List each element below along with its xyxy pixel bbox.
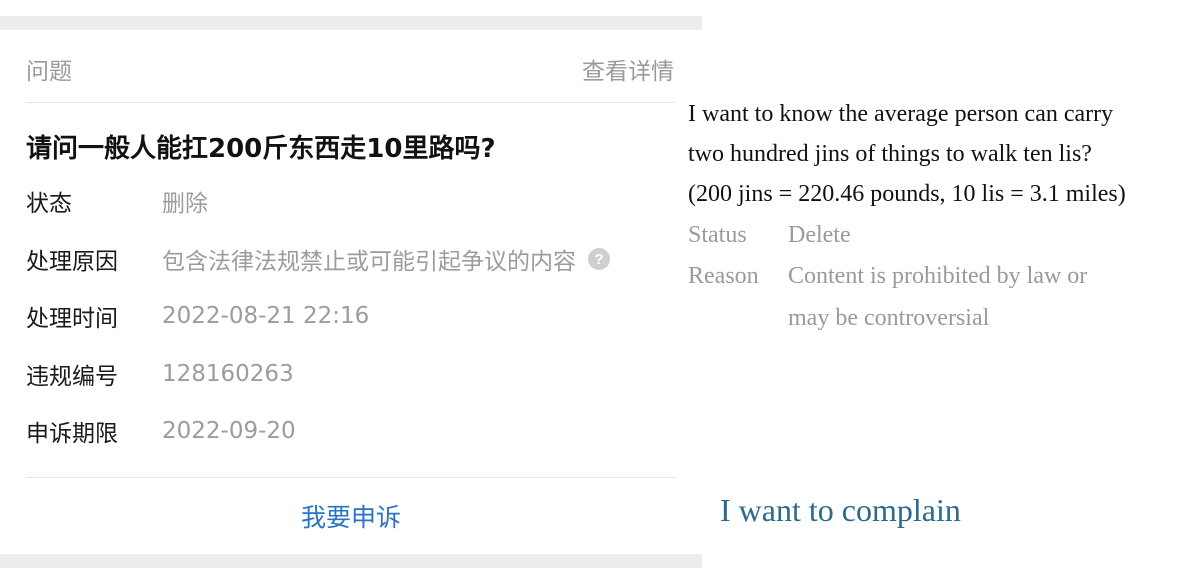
bottom-separator-band <box>0 554 702 568</box>
process-time-row: 处理时间 2022-08-21 22:16 <box>26 300 369 332</box>
question-title: 请问一般人能扛200斤东西走10里路吗? <box>26 134 496 164</box>
appeal-deadline-row: 申诉期限 2022-09-20 <box>26 415 296 447</box>
help-question-icon[interactable]: ? <box>588 248 610 270</box>
translation-status-label: Status <box>688 222 747 248</box>
reason-label: 处理原因 <box>26 249 118 275</box>
appeal-button[interactable]: 我要申诉 <box>0 498 702 534</box>
reason-row: 处理原因 包含法律法规禁止或可能引起争议的内容 ? <box>26 243 610 275</box>
view-details-link[interactable]: 查看详情 <box>582 52 674 86</box>
violation-id-value: 128160263 <box>162 361 294 387</box>
footer-divider <box>26 477 676 478</box>
moderation-card: 问题 查看详情 请问一般人能扛200斤东西走10里路吗? 状态 删除 处理原因 … <box>0 0 702 582</box>
status-label: 状态 <box>26 191 72 217</box>
card-header-label: 问题 <box>26 59 72 85</box>
translation-reason-label: Reason <box>688 263 759 289</box>
header-divider <box>26 102 676 103</box>
violation-id-row: 违规编号 128160263 <box>26 358 294 390</box>
translation-reason-line-2: may be controversial <box>788 305 990 331</box>
top-separator-band <box>0 16 702 30</box>
translation-reason-line-1: Content is prohibited by law or <box>788 263 1088 289</box>
translation-status-value: Delete <box>788 222 851 248</box>
violation-id-label: 违规编号 <box>26 364 118 390</box>
reason-value: 包含法律法规禁止或可能引起争议的内容 <box>162 249 576 275</box>
process-time-value: 2022-08-21 22:16 <box>162 303 370 329</box>
appeal-deadline-label: 申诉期限 <box>26 421 118 447</box>
status-row: 状态 删除 <box>26 185 208 217</box>
translation-question-line-2: two hundred jins of things to walk ten l… <box>688 141 1092 167</box>
translation-question-line-1: I want to know the average person can ca… <box>688 101 1114 127</box>
translation-complain: I want to complain <box>720 492 961 528</box>
appeal-deadline-value: 2022-09-20 <box>162 418 296 444</box>
translation-question-line-3: (200 jins = 220.46 pounds, 10 lis = 3.1 … <box>688 181 1126 207</box>
status-value: 删除 <box>162 191 208 217</box>
process-time-label: 处理时间 <box>26 306 118 332</box>
